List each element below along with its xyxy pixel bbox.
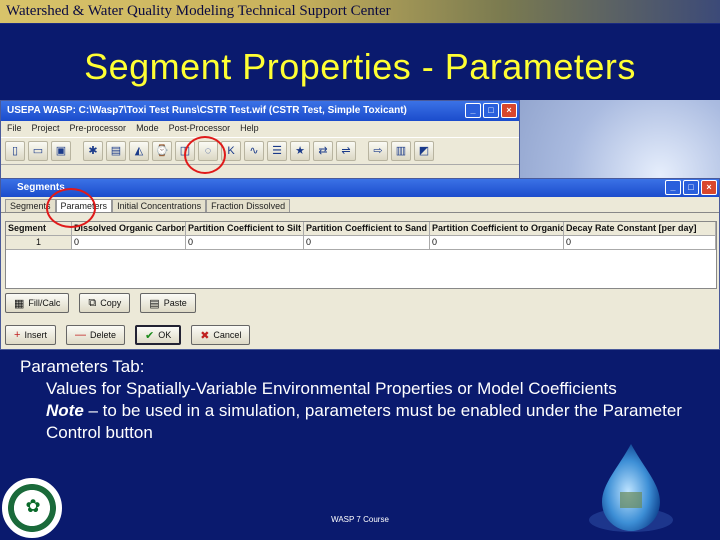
parameters-grid: Segment Dissolved Organic Carbon Partiti… (5, 221, 717, 289)
header-band: Watershed & Water Quality Modeling Techn… (0, 0, 720, 24)
ok-button[interactable]: ✔ OK (134, 325, 182, 345)
segment-number-cell: 1 (6, 236, 72, 250)
open-folder-icon[interactable]: ▭ (28, 141, 48, 161)
table-cell[interactable]: 0 (564, 236, 716, 250)
column-header[interactable]: Partition Coefficient to Silt (186, 222, 304, 236)
menu-help[interactable]: Help (240, 123, 259, 135)
wasp-main-window: USEPA WASP: C:\Wasp7\Toxi Test Runs\CSTR… (0, 100, 520, 190)
caption-line: Values for Spatially-Variable Environmen… (46, 379, 617, 398)
fill-calc-button[interactable]: ▦ Fill/Calc (5, 293, 70, 313)
insert-button[interactable]: + Insert (5, 325, 56, 345)
output-icon[interactable]: ▥ (391, 141, 411, 161)
table-row: 1 0 0 0 0 0 (6, 236, 716, 250)
screenshot-area: USEPA WASP: C:\Wasp7\Toxi Test Runs\CSTR… (0, 100, 720, 350)
footer-course: WASP 7 Course (331, 515, 389, 524)
column-header[interactable]: Partition Coefficient to Organic (430, 222, 564, 236)
segments-window-title: Segments (17, 182, 65, 193)
menu-file[interactable]: File (7, 123, 22, 135)
tab-segments[interactable]: Segments (5, 199, 56, 212)
constants-icon[interactable]: K (221, 141, 241, 161)
main-titlebar: USEPA WASP: C:\Wasp7\Toxi Test Runs\CSTR… (1, 101, 519, 121)
tab-parameters[interactable]: Parameters (55, 199, 113, 212)
segments-tabs: Segments Parameters Initial Concentratio… (1, 197, 719, 213)
menu-mode[interactable]: Mode (136, 123, 159, 135)
column-header[interactable]: Segment (6, 222, 72, 236)
copy-button[interactable]: ⧉ Copy (79, 293, 131, 313)
table-cell[interactable]: 0 (186, 236, 304, 250)
menu-postprocessor[interactable]: Post-Processor (169, 123, 231, 135)
column-header[interactable]: Dissolved Organic Carbon (72, 222, 186, 236)
tab-fraction-dissolved[interactable]: Fraction Dissolved (206, 199, 291, 212)
maximize-icon[interactable]: □ (483, 103, 499, 118)
note-text: – to be used in a simulation, parameters… (46, 401, 682, 442)
table-cell[interactable]: 0 (304, 236, 430, 250)
column-header[interactable]: Decay Rate Constant [per day] (564, 222, 716, 236)
minimize-icon[interactable]: _ (465, 103, 481, 118)
cancel-button[interactable]: ✖ Cancel (191, 325, 251, 345)
plus-icon: + (14, 329, 21, 341)
segments-window: Segments _ □ × Segments Parameters Initi… (0, 178, 720, 350)
x-icon: ✖ (200, 329, 210, 342)
menubar: File Project Pre-processor Mode Post-Pro… (1, 121, 519, 137)
exchange-icon[interactable]: ⇌ (336, 141, 356, 161)
copy-icon: ⧉ (88, 296, 97, 309)
paste-icon: ▤ (149, 297, 160, 310)
graph-icon[interactable]: ◩ (414, 141, 434, 161)
tab-initial-concentrations[interactable]: Initial Concentrations (112, 199, 207, 212)
model-icon[interactable]: ✱ (83, 141, 103, 161)
delete-button[interactable]: — Delete (65, 325, 125, 345)
segments-minimize-icon[interactable]: _ (665, 180, 681, 195)
table-cell[interactable]: 0 (430, 236, 564, 250)
chart-icon[interactable]: ◭ (129, 141, 149, 161)
save-icon[interactable]: ▣ (51, 141, 71, 161)
edit-button-row: ▦ Fill/Calc ⧉ Copy ▤ Paste (5, 293, 196, 315)
minus-icon: — (74, 329, 86, 341)
close-icon[interactable]: × (501, 103, 517, 118)
new-file-icon[interactable]: ▯ (5, 141, 25, 161)
star-icon[interactable]: ★ (290, 141, 310, 161)
grid-header-row: Segment Dissolved Organic Carbon Partiti… (6, 222, 716, 236)
menu-preprocessor[interactable]: Pre-processor (70, 123, 127, 135)
segments-maximize-icon[interactable]: □ (683, 180, 699, 195)
check-icon: ✔ (144, 329, 155, 342)
segments-titlebar: Segments _ □ × (1, 179, 719, 197)
table-cell[interactable]: 0 (72, 236, 186, 250)
segments-close-icon[interactable]: × (701, 180, 717, 195)
network-icon[interactable]: ◌ (198, 141, 218, 161)
segments-icon[interactable]: ◫ (175, 141, 195, 161)
loads-icon[interactable]: ☰ (267, 141, 287, 161)
note-label: Note (46, 401, 84, 420)
main-window-title: USEPA WASP: C:\Wasp7\Toxi Test Runs\CSTR… (7, 105, 407, 116)
time-icon[interactable]: ⌚ (152, 141, 172, 161)
slide-title: Segment Properties - Parameters (84, 46, 636, 87)
run-icon[interactable]: ⇨ (368, 141, 388, 161)
paste-button[interactable]: ▤ Paste (140, 293, 196, 313)
menu-project[interactable]: Project (32, 123, 60, 135)
center-name: Watershed & Water Quality Modeling Techn… (6, 3, 391, 19)
caption: Parameters Tab: Values for Spatially-Var… (20, 356, 700, 444)
grid-icon: ▦ (14, 297, 25, 310)
epa-logo: ✿ (2, 478, 62, 538)
action-button-row: + Insert — Delete ✔ OK ✖ Cancel (5, 325, 251, 347)
flow-icon[interactable]: ⇄ (313, 141, 333, 161)
toolbar: ▯ ▭ ▣ ✱ ▤ ◭ ⌚ ◫ ◌ K ∿ ☰ ★ ⇄ ⇌ ⇨ ▥ ◩ (1, 137, 519, 165)
column-header[interactable]: Partition Coefficient to Sand (304, 222, 430, 236)
function-icon[interactable]: ∿ (244, 141, 264, 161)
caption-heading: Parameters Tab: (20, 357, 145, 376)
caption-note: Note – to be used in a simulation, param… (20, 400, 700, 444)
data-icon[interactable]: ▤ (106, 141, 126, 161)
